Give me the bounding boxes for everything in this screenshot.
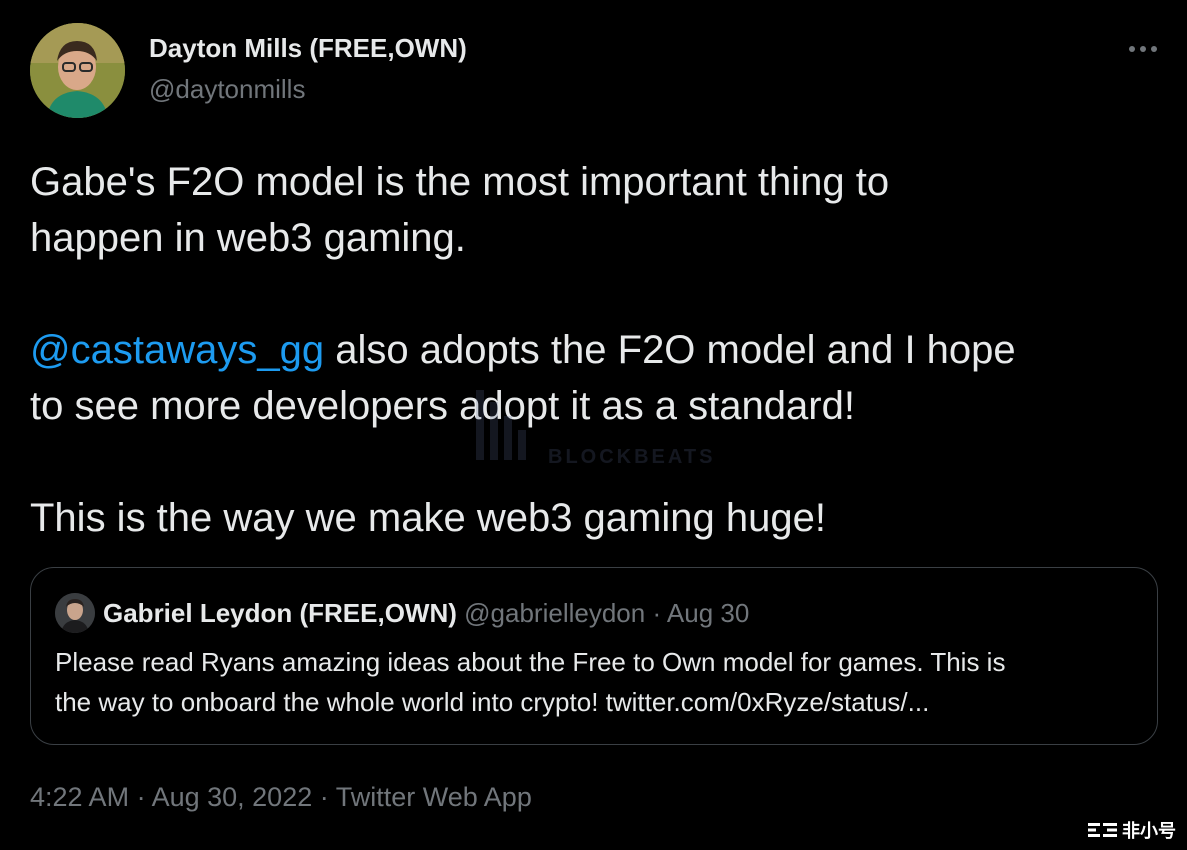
- feixiaohao-logo: 非小号: [1088, 818, 1176, 842]
- tweet-line-rest: also adopts the F2O model and I hope: [324, 328, 1016, 372]
- timestamp-separator: ·: [129, 782, 152, 812]
- timestamp-time[interactable]: 4:22 AM: [30, 782, 129, 812]
- author-display-name[interactable]: Dayton Mills (FREE,OWN): [149, 33, 467, 64]
- quote-separator: ·: [645, 598, 667, 628]
- more-horizontal-icon: [1129, 46, 1157, 52]
- tweet-timestamp: 4:22 AM · Aug 30, 2022 · Twitter Web App: [30, 782, 532, 813]
- author-handle[interactable]: @daytonmills: [149, 74, 305, 105]
- timestamp-separator: ·: [312, 782, 336, 812]
- tweet-line: to see more developers adopt it as a sta…: [30, 384, 855, 428]
- quote-avatar-image: [55, 593, 95, 633]
- tweet-line: happen in web3 gaming.: [30, 216, 466, 260]
- tweet-line: This is the way we make web3 gaming huge…: [30, 496, 826, 540]
- quote-author-name[interactable]: Gabriel Leydon (FREE,OWN): [103, 598, 457, 628]
- feixiaohao-logo-icon: [1088, 823, 1117, 837]
- timestamp-date[interactable]: Aug 30, 2022: [152, 782, 313, 812]
- more-options-button[interactable]: [1122, 34, 1164, 64]
- tweet-line: Gabe's F2O model is the most important t…: [30, 160, 890, 204]
- quote-author-avatar[interactable]: [55, 593, 95, 633]
- tweet-source[interactable]: Twitter Web App: [336, 782, 532, 812]
- author-avatar[interactable]: [30, 23, 125, 118]
- tweet-text: Gabe's F2O model is the most important t…: [30, 154, 1160, 546]
- quote-header: Gabriel Leydon (FREE,OWN) @gabrielleydon…: [103, 598, 749, 629]
- mention-link[interactable]: @castaways_gg: [30, 328, 324, 372]
- quote-date[interactable]: Aug 30: [667, 598, 749, 628]
- author-avatar-image: [30, 23, 125, 118]
- quote-line: the way to onboard the whole world into …: [55, 687, 930, 717]
- quote-text: Please read Ryans amazing ideas about th…: [55, 642, 1145, 722]
- tweet-line: @castaways_gg also adopts the F2O model …: [30, 322, 1160, 378]
- quote-line: Please read Ryans amazing ideas about th…: [55, 647, 1006, 677]
- quote-author-handle[interactable]: @gabrielleydon: [464, 598, 645, 628]
- quote-tweet-card[interactable]: Gabriel Leydon (FREE,OWN) @gabrielleydon…: [30, 567, 1158, 745]
- feixiaohao-logo-text: 非小号: [1122, 821, 1176, 842]
